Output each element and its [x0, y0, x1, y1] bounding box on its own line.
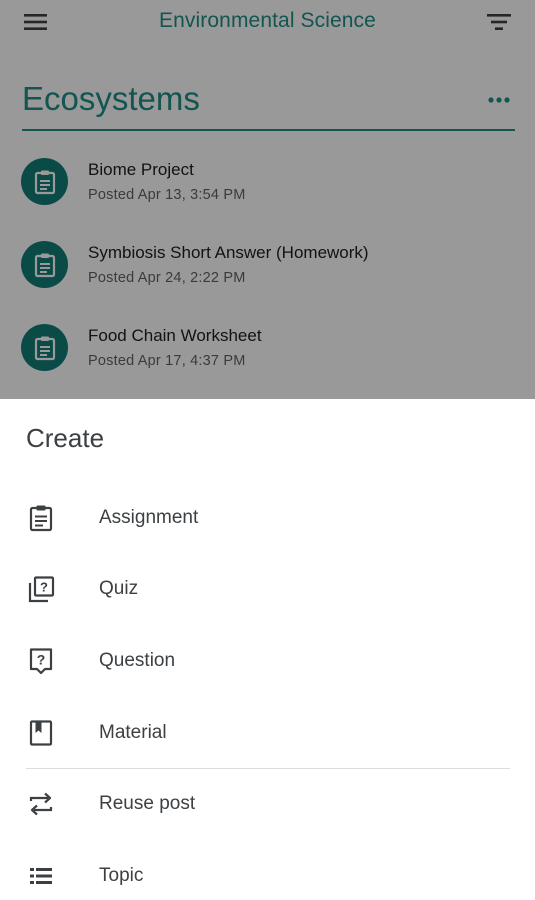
assignment-icon	[29, 505, 53, 532]
sheet-divider	[26, 768, 510, 769]
svg-text:?: ?	[37, 652, 46, 668]
create-topic-label: Topic	[99, 865, 144, 886]
create-assignment-label: Assignment	[99, 507, 199, 528]
topic-icon	[30, 868, 52, 884]
create-question-item[interactable]: ? Question	[0, 631, 535, 691]
create-assignment-item[interactable]: Assignment	[0, 488, 535, 548]
material-icon	[29, 720, 53, 746]
create-topic-item[interactable]: Topic	[0, 846, 535, 900]
create-question-label: Question	[99, 650, 176, 671]
reuse-post-item[interactable]: Reuse post	[0, 774, 535, 834]
create-material-item[interactable]: Material	[0, 703, 535, 763]
create-bottom-sheet: Create Assignment ? Quiz ? Question Mate…	[0, 399, 535, 900]
create-quiz-label: Quiz	[99, 578, 139, 599]
reuse-post-label: Reuse post	[99, 793, 196, 814]
question-icon: ?	[29, 648, 53, 675]
reuse-icon	[29, 792, 53, 816]
svg-text:?: ?	[40, 580, 48, 595]
modal-scrim[interactable]	[0, 0, 535, 400]
sheet-title: Create	[26, 423, 105, 453]
quiz-icon: ?	[28, 576, 55, 603]
create-quiz-item[interactable]: ? Quiz	[0, 559, 535, 619]
create-material-label: Material	[99, 722, 167, 743]
